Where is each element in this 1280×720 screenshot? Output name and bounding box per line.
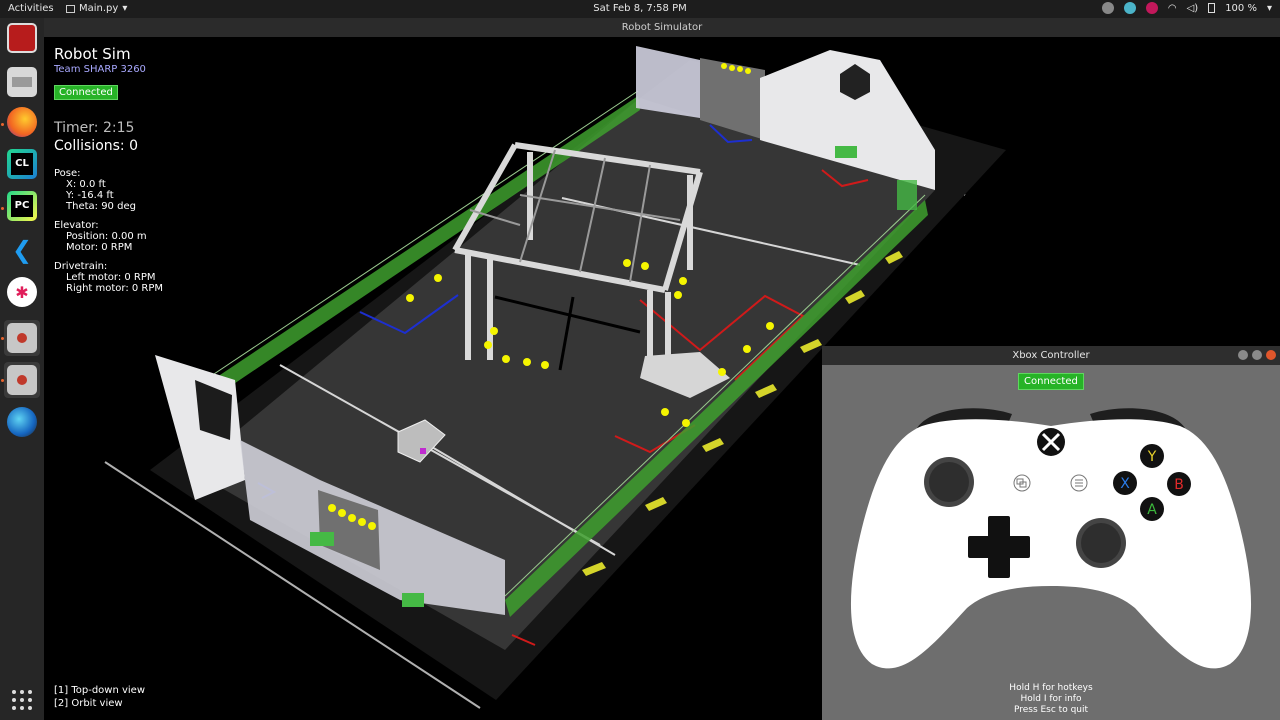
activities-button[interactable]: Activities <box>8 3 54 14</box>
app-menu-icon <box>66 4 75 13</box>
pose-title: Pose: <box>54 168 81 179</box>
dock: CL PC ❮ ✱ <box>0 18 44 720</box>
dock-terminal[interactable] <box>4 20 40 56</box>
right-motor: Right motor: 0 RPM <box>66 283 164 294</box>
app-menu[interactable]: Main.py ▾ <box>66 3 127 14</box>
controller-graphic: Y X B A <box>850 408 1252 669</box>
battery-icon <box>1208 3 1216 13</box>
dock-clion[interactable]: CL <box>4 146 40 182</box>
view-option-top-down[interactable]: [1] Top-down view <box>54 684 145 697</box>
hint-hotkeys: Hold H for hotkeys <box>1009 683 1093 693</box>
window-title: Robot Simulator <box>621 22 703 33</box>
dock-robot-sim[interactable] <box>4 320 40 356</box>
robot-sim-icon <box>7 365 37 395</box>
window-title-bar[interactable]: Robot Simulator <box>44 18 1280 37</box>
dock-robot-sim-2[interactable] <box>4 362 40 398</box>
top-bar: Activities Main.py ▾ Sat Feb 8, 7:58 PM … <box>0 0 1280 18</box>
battery-level: 100 % <box>1225 2 1257 14</box>
right-stick[interactable] <box>1076 518 1126 568</box>
pycharm-icon: PC <box>7 191 37 221</box>
match-timer: Timer: 2:15 <box>54 120 135 136</box>
app-grid-icon <box>7 685 37 715</box>
a-button[interactable]: A <box>1140 497 1164 521</box>
files-icon <box>7 67 37 97</box>
svg-text:Y: Y <box>1147 449 1157 465</box>
hints: Hold H for hotkeys Hold I for info Press… <box>822 683 1280 716</box>
hint-quit: Press Esc to quit <box>1013 705 1089 715</box>
dock-firefox[interactable] <box>4 104 40 140</box>
team-name: Team SHARP 3260 <box>54 64 146 75</box>
system-tray[interactable]: ◠ ◁) 100 % ▾ <box>1101 2 1272 14</box>
dock-vscode[interactable]: ❮ <box>4 232 40 268</box>
view-options: [1] Top-down view [2] Orbit view <box>54 684 145 710</box>
terminal-icon <box>7 23 37 53</box>
elevator-title: Elevator: <box>54 220 99 231</box>
robot-sim-icon <box>7 323 37 353</box>
elevator-position: Position: 0.00 m <box>66 231 147 242</box>
svg-text:A: A <box>1147 502 1157 518</box>
slack-tray-icon[interactable] <box>1123 2 1136 14</box>
running-indicator <box>1 337 4 340</box>
dock-app-grid[interactable] <box>4 682 40 718</box>
app-menu-label: Main.py <box>79 3 119 14</box>
dock-slack[interactable]: ✱ <box>4 274 40 310</box>
hint-info: Hold I for info <box>1020 694 1082 704</box>
running-indicator <box>1 123 4 126</box>
b-button[interactable]: B <box>1167 472 1191 496</box>
connection-status-badge: Connected <box>54 85 118 100</box>
tray-color-icon[interactable] <box>1145 2 1158 14</box>
collisions-counter: Collisions: 0 <box>54 138 138 154</box>
hud-panel: Robot Sim Team SHARP 3260 Connected Time… <box>54 45 163 294</box>
running-indicator <box>1 379 4 382</box>
running-indicator <box>1 207 4 210</box>
volume-icon: ◁) <box>1186 2 1199 14</box>
app-title: Robot Sim <box>54 45 131 63</box>
globe-icon <box>7 407 37 437</box>
clion-icon: CL <box>7 149 37 179</box>
drivetrain-title: Drivetrain: <box>54 261 108 272</box>
tray-app-icon[interactable] <box>1101 2 1114 14</box>
controller-body <box>850 419 1252 669</box>
dock-files[interactable] <box>4 64 40 100</box>
pose-section: Pose: X: 0.0 ft Y: -16.4 ft Theta: 90 de… <box>54 168 163 212</box>
dock-pycharm[interactable]: PC <box>4 188 40 224</box>
clock[interactable]: Sat Feb 8, 7:58 PM <box>593 3 686 14</box>
x-button[interactable]: X <box>1113 471 1137 495</box>
chevron-down-icon: ▾ <box>122 3 128 14</box>
firefox-icon <box>7 107 37 137</box>
svg-text:B: B <box>1174 477 1184 493</box>
svg-text:X: X <box>1120 476 1130 492</box>
elevator-motor: Motor: 0 RPM <box>66 242 133 253</box>
vscode-icon: ❮ <box>11 236 33 264</box>
chevron-down-icon: ▾ <box>1266 2 1272 14</box>
slack-icon: ✱ <box>7 277 37 307</box>
wifi-icon: ◠ <box>1167 2 1177 14</box>
drivetrain-section: Drivetrain: Left motor: 0 RPM Right moto… <box>54 261 163 294</box>
pose-x: X: 0.0 ft <box>66 179 106 190</box>
pose-y: Y: -16.4 ft <box>66 190 114 201</box>
xbox-guide-icon[interactable] <box>1037 428 1065 456</box>
left-stick[interactable] <box>924 457 974 507</box>
left-motor: Left motor: 0 RPM <box>66 272 156 283</box>
dock-globe[interactable] <box>4 404 40 440</box>
elevator-section: Elevator: Position: 0.00 m Motor: 0 RPM <box>54 220 163 253</box>
pose-theta: Theta: 90 deg <box>66 201 136 212</box>
view-option-orbit[interactable]: [2] Orbit view <box>54 697 145 710</box>
xbox-controller-window[interactable]: Xbox Controller Connected Y X B A Hold H… <box>822 346 1280 720</box>
y-button[interactable]: Y <box>1140 444 1164 468</box>
